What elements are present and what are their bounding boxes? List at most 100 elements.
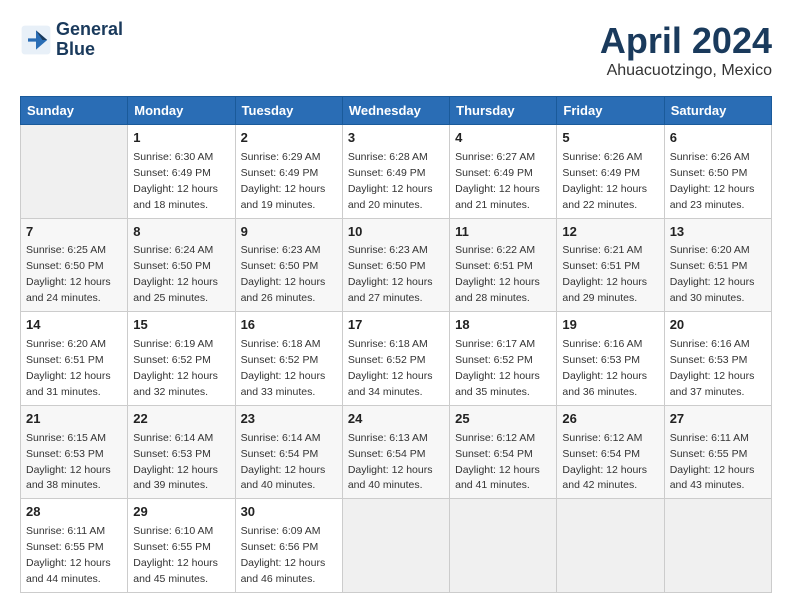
day-number: 16 xyxy=(241,316,337,335)
day-number: 21 xyxy=(26,410,122,429)
day-number: 10 xyxy=(348,223,444,242)
calendar-cell: 14Sunrise: 6:20 AMSunset: 6:51 PMDayligh… xyxy=(21,312,128,406)
day-number: 18 xyxy=(455,316,551,335)
calendar-cell: 5 Sunrise: 6:26 AMSunset: 6:49 PMDaylight… xyxy=(557,125,664,219)
day-number: 24 xyxy=(348,410,444,429)
day-number: 14 xyxy=(26,316,122,335)
calendar-cell: 16 Sunrise: 6:18 AMSunset: 6:52 PMDayligh… xyxy=(235,312,342,406)
calendar-week-row: 14Sunrise: 6:20 AMSunset: 6:51 PMDayligh… xyxy=(21,312,772,406)
weekday-header: Wednesday xyxy=(342,97,449,125)
day-info: Sunrise: 6:26 AMSunset: 6:49 PMDaylight:… xyxy=(562,151,647,211)
day-number: 9 xyxy=(241,223,337,242)
calendar-week-row: 1 Sunrise: 6:30 AMSunset: 6:49 PMDaylight… xyxy=(21,125,772,219)
day-info: Sunrise: 6:14 AMSunset: 6:54 PMDaylight:… xyxy=(241,432,326,492)
day-number: 3 xyxy=(348,129,444,148)
location: Ahuacuotzingo, Mexico xyxy=(600,62,772,80)
calendar-cell: 26Sunrise: 6:12 AMSunset: 6:54 PMDayligh… xyxy=(557,405,664,499)
calendar-cell: 29 Sunrise: 6:10 AMSunset: 6:55 PMDayligh… xyxy=(128,499,235,593)
weekday-header: Friday xyxy=(557,97,664,125)
calendar-cell: 6 Sunrise: 6:26 AMSunset: 6:50 PMDaylight… xyxy=(664,125,771,219)
day-info: Sunrise: 6:15 AMSunset: 6:53 PMDaylight:… xyxy=(26,432,111,492)
calendar-cell: 27 Sunrise: 6:11 AMSunset: 6:55 PMDayligh… xyxy=(664,405,771,499)
calendar-cell: 17 Sunrise: 6:18 AMSunset: 6:52 PMDayligh… xyxy=(342,312,449,406)
calendar-cell: 7Sunrise: 6:25 AMSunset: 6:50 PMDaylight… xyxy=(21,218,128,312)
calendar-week-row: 21 Sunrise: 6:15 AMSunset: 6:53 PMDayligh… xyxy=(21,405,772,499)
calendar-cell: 1 Sunrise: 6:30 AMSunset: 6:49 PMDaylight… xyxy=(128,125,235,219)
calendar-cell: 13Sunrise: 6:20 AMSunset: 6:51 PMDayligh… xyxy=(664,218,771,312)
day-info: Sunrise: 6:27 AMSunset: 6:49 PMDaylight:… xyxy=(455,151,540,211)
day-info: Sunrise: 6:18 AMSunset: 6:52 PMDaylight:… xyxy=(348,338,433,398)
day-info: Sunrise: 6:29 AMSunset: 6:49 PMDaylight:… xyxy=(241,151,326,211)
day-info: Sunrise: 6:11 AMSunset: 6:55 PMDaylight:… xyxy=(670,432,755,492)
calendar-cell: 21 Sunrise: 6:15 AMSunset: 6:53 PMDayligh… xyxy=(21,405,128,499)
day-number: 20 xyxy=(670,316,766,335)
calendar-cell xyxy=(450,499,557,593)
day-number: 25 xyxy=(455,410,551,429)
weekday-header: Sunday xyxy=(21,97,128,125)
weekday-header-row: SundayMondayTuesdayWednesdayThursdayFrid… xyxy=(21,97,772,125)
calendar-cell: 3 Sunrise: 6:28 AMSunset: 6:49 PMDaylight… xyxy=(342,125,449,219)
day-info: Sunrise: 6:28 AMSunset: 6:49 PMDaylight:… xyxy=(348,151,433,211)
logo: General Blue xyxy=(20,20,123,60)
day-info: Sunrise: 6:30 AMSunset: 6:49 PMDaylight:… xyxy=(133,151,218,211)
weekday-header: Saturday xyxy=(664,97,771,125)
day-number: 5 xyxy=(562,129,658,148)
logo-icon xyxy=(20,24,52,56)
day-info: Sunrise: 6:18 AMSunset: 6:52 PMDaylight:… xyxy=(241,338,326,398)
day-info: Sunrise: 6:25 AMSunset: 6:50 PMDaylight:… xyxy=(26,244,111,304)
calendar-cell: 18 Sunrise: 6:17 AMSunset: 6:52 PMDayligh… xyxy=(450,312,557,406)
day-number: 27 xyxy=(670,410,766,429)
day-number: 17 xyxy=(348,316,444,335)
weekday-header: Tuesday xyxy=(235,97,342,125)
calendar-cell: 20 Sunrise: 6:16 AMSunset: 6:53 PMDayligh… xyxy=(664,312,771,406)
calendar-cell: 23 Sunrise: 6:14 AMSunset: 6:54 PMDayligh… xyxy=(235,405,342,499)
day-number: 22 xyxy=(133,410,229,429)
day-info: Sunrise: 6:13 AMSunset: 6:54 PMDaylight:… xyxy=(348,432,433,492)
day-number: 23 xyxy=(241,410,337,429)
day-info: Sunrise: 6:12 AMSunset: 6:54 PMDaylight:… xyxy=(562,432,647,492)
calendar-cell: 12Sunrise: 6:21 AMSunset: 6:51 PMDayligh… xyxy=(557,218,664,312)
day-number: 30 xyxy=(241,503,337,522)
day-number: 2 xyxy=(241,129,337,148)
calendar-cell: 30 Sunrise: 6:09 AMSunset: 6:56 PMDayligh… xyxy=(235,499,342,593)
day-number: 28 xyxy=(26,503,122,522)
day-info: Sunrise: 6:11 AMSunset: 6:55 PMDaylight:… xyxy=(26,525,111,585)
day-info: Sunrise: 6:24 AMSunset: 6:50 PMDaylight:… xyxy=(133,244,218,304)
day-info: Sunrise: 6:22 AMSunset: 6:51 PMDaylight:… xyxy=(455,244,540,304)
day-number: 4 xyxy=(455,129,551,148)
day-number: 8 xyxy=(133,223,229,242)
calendar-cell: 9Sunrise: 6:23 AMSunset: 6:50 PMDaylight… xyxy=(235,218,342,312)
day-number: 11 xyxy=(455,223,551,242)
calendar-cell: 2 Sunrise: 6:29 AMSunset: 6:49 PMDaylight… xyxy=(235,125,342,219)
calendar-week-row: 7Sunrise: 6:25 AMSunset: 6:50 PMDaylight… xyxy=(21,218,772,312)
day-info: Sunrise: 6:16 AMSunset: 6:53 PMDaylight:… xyxy=(670,338,755,398)
day-info: Sunrise: 6:09 AMSunset: 6:56 PMDaylight:… xyxy=(241,525,326,585)
day-info: Sunrise: 6:10 AMSunset: 6:55 PMDaylight:… xyxy=(133,525,218,585)
day-info: Sunrise: 6:23 AMSunset: 6:50 PMDaylight:… xyxy=(348,244,433,304)
day-number: 29 xyxy=(133,503,229,522)
calendar-cell: 11 Sunrise: 6:22 AMSunset: 6:51 PMDayligh… xyxy=(450,218,557,312)
day-info: Sunrise: 6:21 AMSunset: 6:51 PMDaylight:… xyxy=(562,244,647,304)
title-block: April 2024 Ahuacuotzingo, Mexico xyxy=(600,20,772,80)
calendar-cell: 10 Sunrise: 6:23 AMSunset: 6:50 PMDayligh… xyxy=(342,218,449,312)
logo-line1: General xyxy=(56,20,123,40)
month-title: April 2024 xyxy=(600,20,772,62)
page-header: General Blue April 2024 Ahuacuotzingo, M… xyxy=(20,20,772,80)
weekday-header: Monday xyxy=(128,97,235,125)
day-number: 6 xyxy=(670,129,766,148)
day-info: Sunrise: 6:17 AMSunset: 6:52 PMDaylight:… xyxy=(455,338,540,398)
calendar-cell: 22 Sunrise: 6:14 AMSunset: 6:53 PMDayligh… xyxy=(128,405,235,499)
calendar-cell xyxy=(664,499,771,593)
weekday-header: Thursday xyxy=(450,97,557,125)
logo-line2: Blue xyxy=(56,40,123,60)
calendar-table: SundayMondayTuesdayWednesdayThursdayFrid… xyxy=(20,96,772,593)
calendar-cell: 15Sunrise: 6:19 AMSunset: 6:52 PMDayligh… xyxy=(128,312,235,406)
calendar-cell: 25Sunrise: 6:12 AMSunset: 6:54 PMDayligh… xyxy=(450,405,557,499)
calendar-cell xyxy=(21,125,128,219)
day-info: Sunrise: 6:14 AMSunset: 6:53 PMDaylight:… xyxy=(133,432,218,492)
calendar-cell: 28 Sunrise: 6:11 AMSunset: 6:55 PMDayligh… xyxy=(21,499,128,593)
day-info: Sunrise: 6:16 AMSunset: 6:53 PMDaylight:… xyxy=(562,338,647,398)
calendar-week-row: 28 Sunrise: 6:11 AMSunset: 6:55 PMDayligh… xyxy=(21,499,772,593)
day-info: Sunrise: 6:26 AMSunset: 6:50 PMDaylight:… xyxy=(670,151,755,211)
day-number: 1 xyxy=(133,129,229,148)
